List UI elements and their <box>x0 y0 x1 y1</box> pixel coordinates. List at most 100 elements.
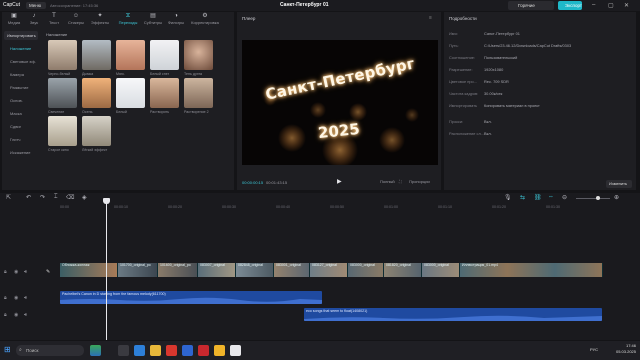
minimize-icon[interactable]: – <box>592 2 595 8</box>
tab-audio[interactable]: ♪ Звук <box>24 12 44 25</box>
video-clip[interactable]: 101600_original_po <box>158 263 198 277</box>
category-item[interactable]: Световые эф. <box>10 59 36 64</box>
shield-icon[interactable]: ◈ <box>82 194 87 201</box>
cover-icon[interactable]: ✎ <box>46 269 50 275</box>
lock-icon[interactable]: 🔒︎ <box>4 295 7 301</box>
play-icon[interactable]: ▶ <box>337 178 342 185</box>
import-button[interactable]: Импортировать <box>4 31 38 40</box>
link-icon[interactable]: ⛓ <box>534 194 542 201</box>
video-clip[interactable]: 082848_original <box>236 263 274 277</box>
landscape-widget-icon[interactable] <box>90 345 101 356</box>
effect-thumb[interactable]: Лёгкий эффект <box>82 116 111 152</box>
zoom-in-icon[interactable]: ⊕ <box>614 194 619 201</box>
details-panel: Подробности Имя: Санкт-Петербург 01 Путь… <box>444 12 636 190</box>
category-item[interactable]: Размытие <box>10 85 28 90</box>
video-clip[interactable]: 083000_original <box>422 263 460 277</box>
category-item[interactable]: Основ. <box>10 98 23 103</box>
audio-clip[interactable]: eco songs that seem to float(1408021) <box>304 308 602 321</box>
lock-icon[interactable]: 🔒︎ <box>4 312 7 318</box>
category-item[interactable]: Наложение <box>10 46 31 51</box>
menu-button[interactable]: Меню <box>26 2 46 9</box>
folder-icon[interactable] <box>150 345 161 356</box>
redo-icon[interactable]: ↷ <box>40 194 45 201</box>
edge-icon[interactable] <box>134 345 145 356</box>
capcut-taskbar-icon[interactable] <box>230 345 241 356</box>
video-preview[interactable]: Санкт-Петербург 2025 <box>242 40 438 165</box>
lock-icon[interactable]: 🔒︎ <box>4 269 7 275</box>
search-input[interactable]: Поиск <box>16 345 84 356</box>
effect-thumb[interactable]: Белый снег <box>150 40 179 76</box>
zoom-slider-knob[interactable] <box>596 196 600 200</box>
effect-thumb[interactable]: Растворение 2 <box>184 78 213 114</box>
chrome-icon[interactable] <box>214 345 225 356</box>
category-item[interactable]: Сдвиг <box>10 124 21 129</box>
close-icon[interactable]: ✕ <box>624 2 629 9</box>
category-item[interactable]: Камера <box>10 72 24 77</box>
detail-value: Пользовательский <box>484 55 518 60</box>
category-item[interactable]: Искажение <box>10 150 31 155</box>
effect-thumb[interactable]: Старое кино <box>48 116 77 152</box>
undo-icon[interactable]: ↶ <box>26 194 31 201</box>
video-clip[interactable]: 083001_original <box>274 263 310 277</box>
eye-icon[interactable]: ◉ <box>14 312 18 318</box>
split-icon[interactable]: ⌶ <box>54 194 58 201</box>
clock[interactable]: 17:46 05.03.2025 <box>604 343 636 355</box>
modify-button[interactable]: Изменить <box>606 180 632 188</box>
tab-transitions[interactable]: ⧖ Переходы <box>117 12 139 25</box>
delete-icon[interactable]: ⌫ <box>66 194 74 201</box>
speaker-icon[interactable]: 🔊︎ <box>24 269 27 275</box>
effect-thumb[interactable]: Белый <box>116 78 145 114</box>
audio-clip[interactable]: Pachelbel's Canon in D starting from the… <box>60 291 322 304</box>
select-icon[interactable]: ⇱ <box>6 194 11 201</box>
fullscreen-button[interactable]: Полный <box>380 179 395 184</box>
ratio-button[interactable]: Пропорции <box>409 179 430 184</box>
maximize-icon[interactable]: ▢ <box>608 2 614 9</box>
video-track[interactable]: Обложка-коллаж 101700_original_po 101600… <box>60 263 603 277</box>
menu-dots-icon[interactable]: ≡ <box>429 15 432 21</box>
time-ruler[interactable]: 00:00 00:00:10 00:00:20 00:00:30 00:00:4… <box>60 205 640 213</box>
effect-thumb[interactable]: Черно-белый <box>48 40 77 76</box>
store-icon[interactable] <box>182 345 193 356</box>
zoom-out-icon[interactable]: ⊖ <box>562 194 567 201</box>
zoom-slider[interactable] <box>576 198 610 199</box>
snap-icon[interactable]: ⇆ <box>520 194 525 201</box>
eye-icon[interactable]: ◉ <box>14 295 18 301</box>
video-clip[interactable]: 083000_original <box>348 263 384 277</box>
language-indicator[interactable]: РУС <box>590 347 598 352</box>
category-item[interactable]: Маска <box>10 111 22 116</box>
video-clip[interactable]: Иллюстрация_01.mp4 <box>460 263 603 277</box>
video-clip[interactable]: 083007_original <box>198 263 236 277</box>
tab-stickers[interactable]: ☺ Стикеры <box>66 12 86 25</box>
video-clip[interactable]: Обложка-коллаж <box>60 263 118 277</box>
tab-effects[interactable]: ✦ Эффекты <box>90 12 110 25</box>
speaker-icon[interactable]: 🔊︎ <box>24 312 27 318</box>
tab-media[interactable]: ▣ Медиа <box>4 12 24 25</box>
effect-thumb[interactable]: Тень дуэта <box>184 40 213 76</box>
tab-subtitles[interactable]: ▤ Субтитры <box>142 12 164 25</box>
video-clip[interactable]: 081820_original <box>384 263 422 277</box>
tab-text[interactable]: T Текст <box>44 12 64 25</box>
effect-thumb[interactable]: Растворить <box>150 78 179 114</box>
effect-thumb[interactable]: Осень <box>82 78 111 114</box>
tab-filters[interactable]: ◑ Фильтры <box>165 12 187 25</box>
mic-icon[interactable]: 🎙 <box>504 194 512 201</box>
effect-thumb[interactable]: Свечение <box>48 78 77 114</box>
video-clip[interactable]: 101700_original_po <box>118 263 158 277</box>
video-clip[interactable]: 083127_original <box>310 263 348 277</box>
playhead[interactable] <box>106 200 107 340</box>
preview-axis-icon[interactable]: ⇔ <box>548 194 554 200</box>
task-view-icon[interactable] <box>118 345 129 356</box>
eye-icon[interactable]: ◉ <box>14 269 18 275</box>
export-button[interactable]: Экспорт <box>558 1 582 10</box>
effect-thumb[interactable]: Дымка <box>82 40 111 76</box>
hotkeys-button[interactable]: Горячие клавиши <box>508 1 554 17</box>
pdf-icon[interactable] <box>198 345 209 356</box>
category-item[interactable]: Глитч <box>10 137 20 142</box>
speaker-icon[interactable]: 🔊︎ <box>24 295 27 301</box>
tab-adjust[interactable]: ⚙ Корректировка <box>187 12 223 25</box>
search-icon: ⌕ <box>19 347 22 353</box>
effect-thumb[interactable]: Мягк. <box>116 40 145 76</box>
windows-start-icon[interactable]: ⊞ <box>4 345 11 354</box>
fit-icon[interactable]: ⛶ <box>399 179 402 184</box>
app-icon[interactable] <box>166 345 177 356</box>
